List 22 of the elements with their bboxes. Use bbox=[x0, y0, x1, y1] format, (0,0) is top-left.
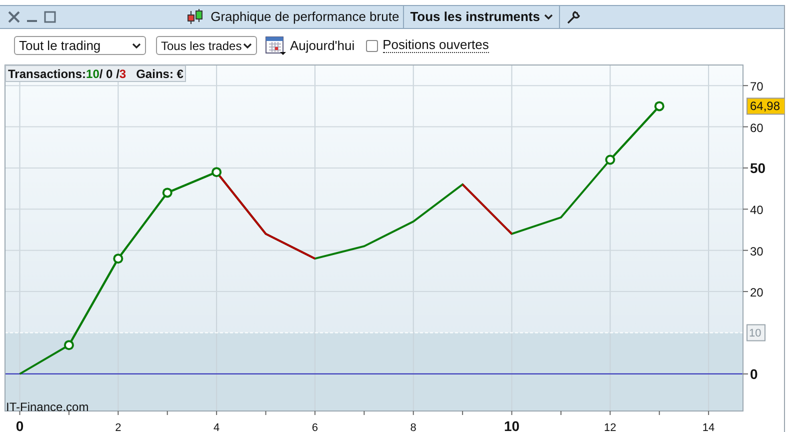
x-tick-label: 10 bbox=[504, 418, 520, 432]
x-tick-label: 6 bbox=[312, 422, 318, 432]
y-tick-label: 40 bbox=[750, 203, 764, 218]
x-tick-label: 14 bbox=[702, 422, 715, 432]
x-tick-label: 12 bbox=[604, 422, 616, 432]
summary-label: Transactions:10/ 0 /3 Gains: € bbox=[5, 65, 186, 82]
x-tick-label: 4 bbox=[214, 422, 220, 432]
threshold-badge: 10 bbox=[746, 324, 766, 342]
y-tick-label: 20 bbox=[750, 286, 764, 300]
watermark-text: IT-Finance.com bbox=[6, 399, 89, 416]
window-title: Graphique de performance brute bbox=[210, 8, 400, 26]
y-tick-label: 30 bbox=[750, 244, 764, 258]
current-value-badge: 64,98 bbox=[746, 98, 785, 115]
y-tick-label: 50 bbox=[750, 160, 766, 176]
y-tick-label: 0 bbox=[750, 366, 758, 382]
ref-line-label: 10 bbox=[749, 328, 762, 340]
date-label: Aujourd'hui bbox=[290, 36, 355, 55]
y-tick-label: 60 bbox=[750, 120, 764, 135]
x-tick-label: 8 bbox=[410, 422, 416, 432]
x-tick-label: 0 bbox=[16, 418, 24, 432]
x-tick-label: 2 bbox=[115, 422, 122, 432]
y-tick-label: 70 bbox=[750, 80, 764, 94]
